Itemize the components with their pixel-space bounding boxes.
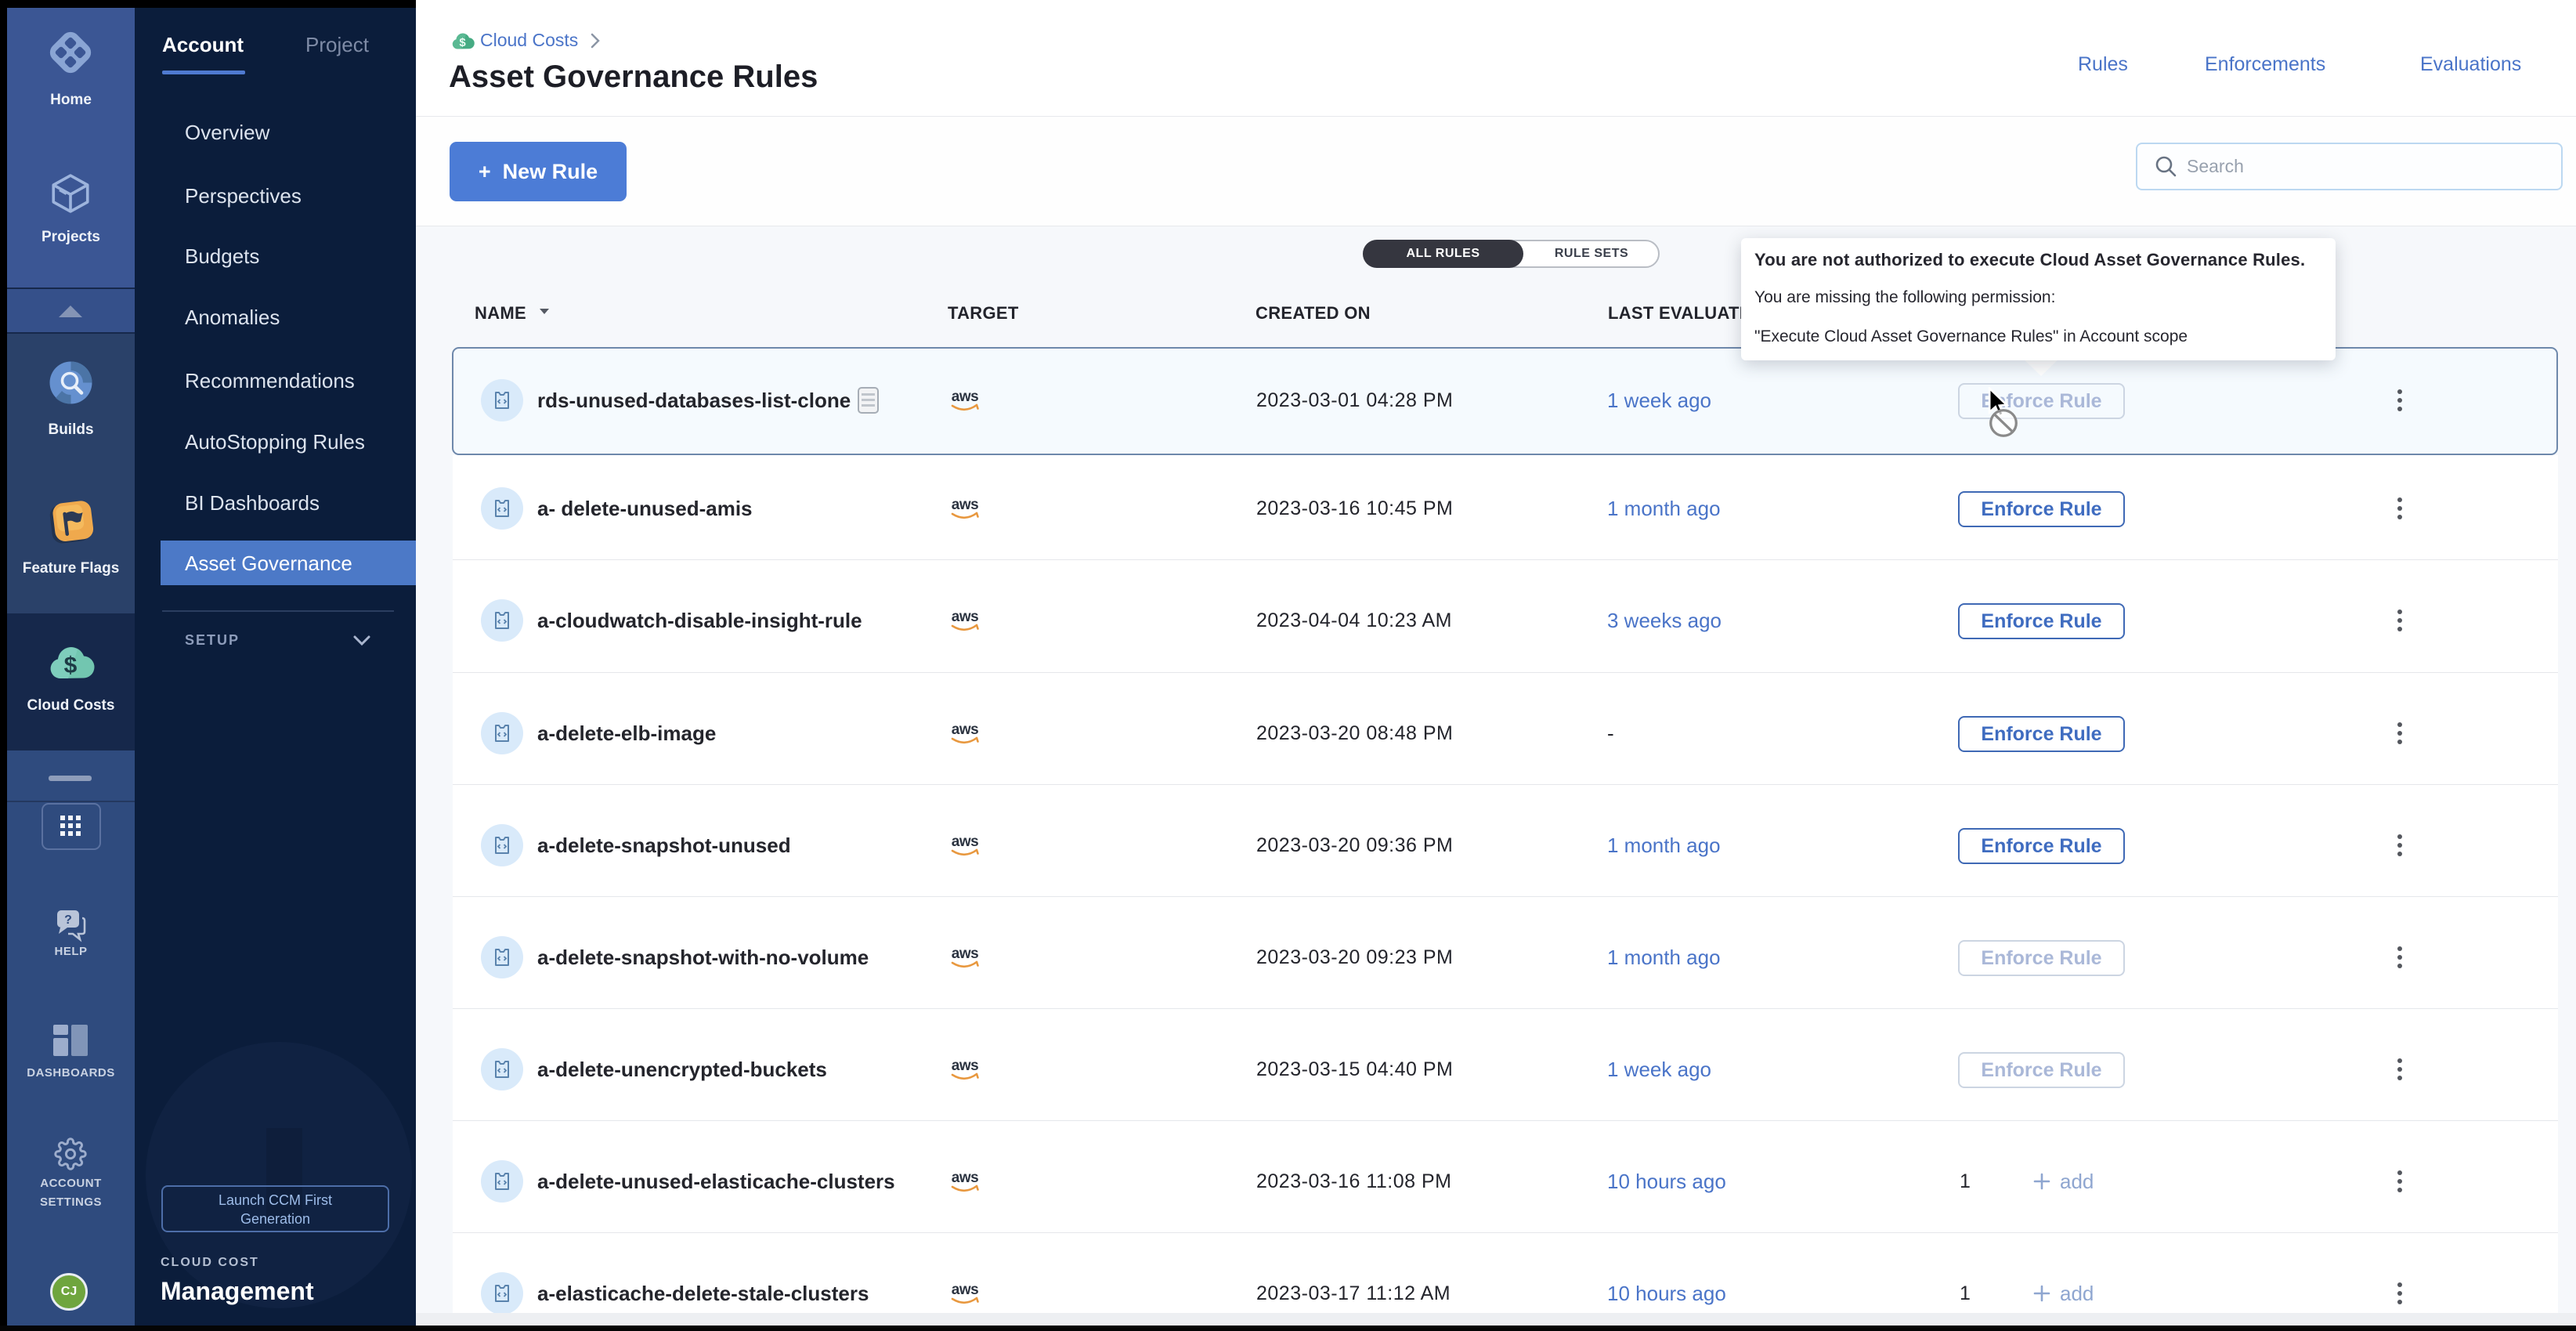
svg-text:$: $ xyxy=(64,653,78,678)
svg-text:?: ? xyxy=(64,913,72,927)
svg-text:$: $ xyxy=(459,36,466,49)
